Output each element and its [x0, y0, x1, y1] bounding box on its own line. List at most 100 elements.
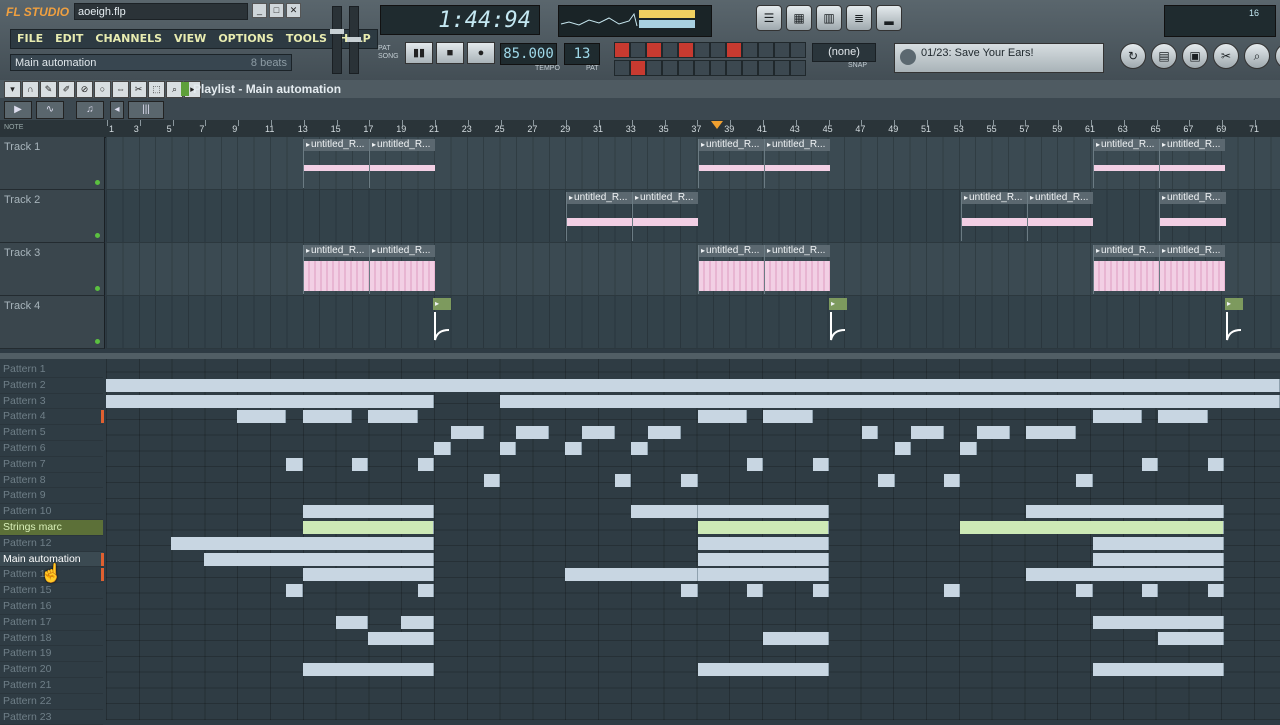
pattern-item[interactable]: Pattern 23: [0, 710, 103, 725]
automation-clip[interactable]: [433, 298, 451, 347]
pattern-block[interactable]: [1208, 584, 1224, 598]
pattern-block[interactable]: [1026, 505, 1224, 519]
wait-icon[interactable]: [630, 42, 646, 58]
audio-clip[interactable]: untitled_R...: [1159, 192, 1226, 241]
pattern-block[interactable]: [1093, 536, 1224, 550]
arrow-icon[interactable]: [790, 60, 806, 76]
audio-clip[interactable]: untitled_R...: [369, 245, 435, 294]
pattern-block[interactable]: [286, 584, 303, 598]
audio-clip[interactable]: untitled_R...: [698, 245, 764, 294]
select-tool-icon[interactable]: ⬚: [148, 81, 165, 98]
pattern-block[interactable]: [698, 552, 829, 566]
pattern-item[interactable]: Pattern 12: [0, 536, 103, 552]
paint-tool-icon[interactable]: ✐: [58, 81, 75, 98]
pattern-block[interactable]: [698, 568, 829, 582]
pattern-block[interactable]: [747, 584, 763, 598]
pattern-block[interactable]: [1026, 568, 1224, 582]
playlist-title[interactable]: Playlist - Main automation: [181, 81, 341, 97]
menu-options[interactable]: OPTIONS: [212, 30, 280, 48]
track-active-icon[interactable]: [95, 233, 100, 238]
magnet-icon[interactable]: ∩: [22, 81, 39, 98]
play-pattern-icon[interactable]: ▶: [4, 101, 32, 119]
pattern-item[interactable]: Pattern 20: [0, 662, 103, 678]
pattern-block[interactable]: [303, 663, 434, 677]
blend-icon[interactable]: [678, 42, 694, 58]
pattern-item[interactable]: Pattern 15: [0, 583, 103, 599]
scissors-icon[interactable]: ✁: [1275, 43, 1280, 69]
pattern-block[interactable]: [960, 442, 977, 455]
save-icon[interactable]: ▤: [1151, 43, 1177, 69]
pattern-block[interactable]: [648, 426, 681, 440]
minimize-icon[interactable]: _: [252, 3, 267, 18]
pattern-block[interactable]: [878, 473, 895, 487]
pattern-block[interactable]: [106, 394, 434, 408]
pattern-item[interactable]: Pattern 10: [0, 504, 103, 520]
audio-clip-icon[interactable]: ♫: [76, 101, 104, 119]
pattern-block[interactable]: [1142, 584, 1158, 598]
pattern-block[interactable]: [1158, 631, 1224, 645]
step-edit-icon[interactable]: [662, 42, 678, 58]
pattern-item[interactable]: Strings marc: [0, 520, 103, 536]
pattern-block[interactable]: [615, 473, 631, 487]
pattern-item[interactable]: Pattern 21: [0, 678, 103, 694]
pattern-block[interactable]: [813, 457, 829, 471]
pattern-block[interactable]: [516, 426, 549, 440]
pattern-item[interactable]: Pattern 2: [0, 378, 103, 394]
audio-clip[interactable]: untitled_R...: [632, 192, 698, 241]
delete-tool-icon[interactable]: ⊘: [76, 81, 93, 98]
pattern-item[interactable]: Pattern 7: [0, 457, 103, 473]
menu-edit[interactable]: EDIT: [49, 30, 89, 48]
pattern-item[interactable]: Pattern 8: [0, 473, 103, 489]
track-header[interactable]: Track 4: [0, 296, 105, 349]
menu-channels[interactable]: CHANNELS: [89, 30, 168, 48]
wrench-icon[interactable]: ✂: [1213, 43, 1239, 69]
play-button[interactable]: ▮▮: [405, 42, 433, 64]
track-header[interactable]: Track 3: [0, 243, 105, 296]
pointer-icon[interactable]: [774, 60, 790, 76]
wait-input-icon[interactable]: [662, 60, 678, 76]
pattern-block[interactable]: [171, 536, 434, 550]
pattern-block[interactable]: [944, 584, 960, 598]
audio-clip[interactable]: untitled_R...: [303, 139, 369, 188]
pattern-block[interactable]: [1093, 552, 1224, 566]
record-button[interactable]: ●: [467, 42, 495, 64]
countdown-icon[interactable]: [646, 42, 662, 58]
undo-icon[interactable]: [614, 60, 630, 76]
recording-icon[interactable]: [726, 42, 742, 58]
audio-clip[interactable]: untitled_R...: [1159, 139, 1225, 188]
track-active-icon[interactable]: [95, 180, 100, 185]
audio-clip[interactable]: untitled_R...: [1159, 245, 1225, 294]
pattern-item[interactable]: Pattern 19: [0, 646, 103, 663]
audio-clip[interactable]: untitled_R...: [1027, 192, 1093, 241]
pattern-block[interactable]: [1076, 584, 1093, 598]
pattern-item[interactable]: Pattern 5: [0, 425, 103, 441]
close-icon[interactable]: ✕: [286, 3, 301, 18]
pattern-block[interactable]: [106, 378, 1280, 392]
master-volume-slider[interactable]: [330, 6, 344, 74]
menu-view[interactable]: VIEW: [168, 30, 212, 48]
song-time-display[interactable]: 1:44:94: [380, 5, 540, 35]
pattern-block[interactable]: [303, 410, 352, 424]
track-header[interactable]: Track 2: [0, 190, 105, 243]
tempo-display[interactable]: 85.000: [500, 43, 557, 65]
controller-icon[interactable]: [726, 60, 742, 76]
automation-clip[interactable]: [829, 298, 847, 347]
pattern-block[interactable]: [813, 584, 829, 598]
pattern-block[interactable]: [1093, 410, 1142, 424]
disk-icon[interactable]: ▣: [1182, 43, 1208, 69]
audio-clip[interactable]: untitled_R...: [566, 192, 632, 241]
scroll-left-icon[interactable]: ◂: [110, 101, 124, 119]
pattern-block[interactable]: [451, 426, 484, 440]
automation-clip[interactable]: [1225, 298, 1243, 347]
pattern-block[interactable]: [698, 410, 747, 424]
track-lane[interactable]: [106, 296, 1280, 349]
pattern-block[interactable]: [911, 426, 944, 440]
multilink-icon[interactable]: [774, 42, 790, 58]
pattern-block[interactable]: [1208, 457, 1224, 471]
pattern-block[interactable]: [484, 473, 500, 487]
pattern-block[interactable]: [368, 410, 418, 424]
pattern-block[interactable]: [698, 663, 829, 677]
pattern-item[interactable]: Pattern 17: [0, 615, 103, 631]
pattern-item[interactable]: Pattern 18: [0, 631, 103, 647]
overdub-icon[interactable]: [742, 42, 758, 58]
